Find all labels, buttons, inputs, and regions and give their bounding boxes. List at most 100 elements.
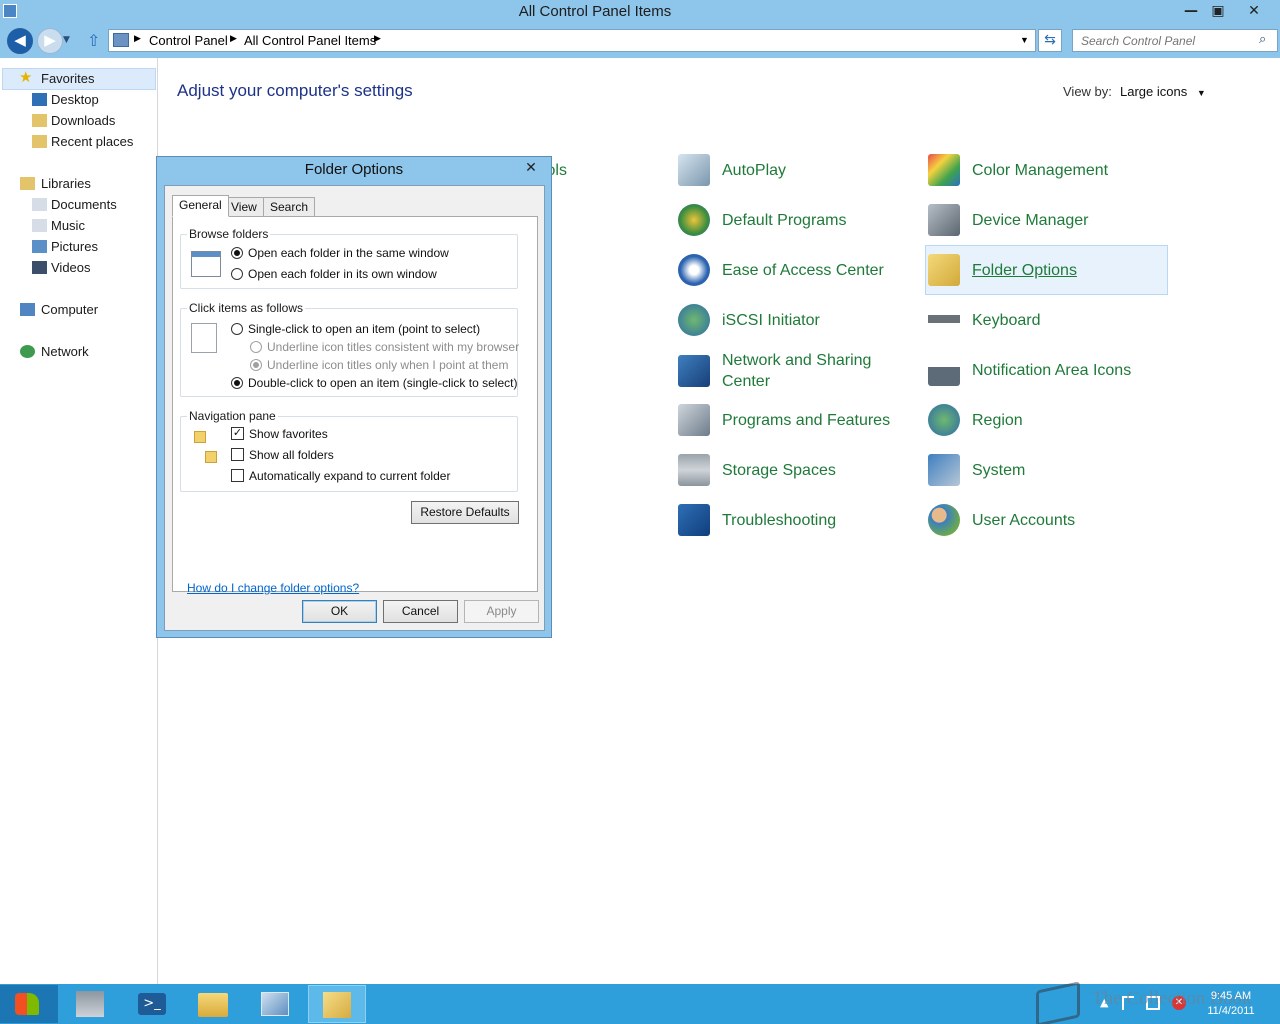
radio-unselected bbox=[231, 267, 243, 280]
cancel-button[interactable]: Cancel bbox=[383, 600, 458, 623]
double-click-radio[interactable]: Double-click to open an item (single-cli… bbox=[231, 374, 517, 392]
underline-browser-radio[interactable]: Underline icon titles consistent with my… bbox=[250, 338, 519, 356]
nav-recent-places[interactable]: Recent places bbox=[32, 132, 133, 152]
cp-item-default-programs[interactable]: Default Programs bbox=[678, 198, 847, 242]
cp-item-notification-area-icons[interactable]: Notification Area Icons bbox=[928, 348, 1131, 392]
dialog-close-button[interactable]: ✕ bbox=[521, 159, 541, 177]
nav-music[interactable]: Music bbox=[32, 216, 85, 236]
taskbar-powershell[interactable]: >_ bbox=[122, 985, 180, 1023]
cp-item-folder-options[interactable]: Folder Options bbox=[928, 248, 1077, 292]
cp-item-network-sharing-center[interactable]: Network and Sharing Center bbox=[678, 348, 882, 394]
nav-pictures[interactable]: Pictures bbox=[32, 237, 98, 257]
search-icon[interactable]: ⌕ bbox=[1259, 32, 1266, 47]
radio-selected bbox=[231, 376, 243, 389]
system-icon bbox=[928, 454, 960, 486]
help-link[interactable]: How do I change folder options? bbox=[187, 581, 359, 595]
folder-options-icon bbox=[928, 254, 960, 286]
open-own-window-radio[interactable]: Open each folder in its own window bbox=[231, 265, 437, 283]
cp-item-autoplay[interactable]: AutoPlay bbox=[678, 148, 786, 192]
device-manager-icon bbox=[928, 204, 960, 236]
programs-features-icon bbox=[678, 404, 710, 436]
address-bar[interactable]: ▶ Control Panel ▶ All Control Panel Item… bbox=[108, 29, 1036, 52]
nav-favorites[interactable]: ★ Favorites bbox=[19, 69, 94, 89]
cp-item-system[interactable]: System bbox=[928, 448, 1025, 492]
iscsi-initiator-icon bbox=[678, 304, 710, 336]
tab-general[interactable]: General bbox=[172, 195, 229, 217]
troubleshooting-icon bbox=[678, 504, 710, 536]
general-tab-panel: Browse folders Open each folder in the s… bbox=[172, 216, 538, 595]
cp-item-region[interactable]: Region bbox=[928, 398, 1023, 442]
cp-item-troubleshooting[interactable]: Troubleshooting bbox=[678, 498, 836, 542]
nav-videos[interactable]: Videos bbox=[32, 258, 91, 278]
taskbar-server-manager[interactable] bbox=[60, 985, 118, 1023]
file-explorer-icon bbox=[198, 993, 228, 1017]
browse-folders-group: Browse folders Open each folder in the s… bbox=[180, 227, 518, 289]
view-by-dropdown[interactable]: Large icons ▼ bbox=[1120, 84, 1206, 99]
nav-desktop[interactable]: Desktop bbox=[32, 90, 99, 110]
restore-defaults-button[interactable]: Restore Defaults bbox=[411, 501, 519, 524]
breadcrumb-control-panel[interactable]: Control Panel bbox=[149, 33, 228, 48]
taskbar-folder-options[interactable] bbox=[308, 985, 366, 1023]
minimize-button[interactable]: — bbox=[1177, 2, 1205, 20]
cp-item-programs-features[interactable]: Programs and Features bbox=[678, 398, 890, 442]
show-all-folders-checkbox[interactable]: Show all folders bbox=[231, 446, 334, 464]
recent-places-icon bbox=[32, 135, 47, 148]
up-arrow-icon[interactable]: ⇧ bbox=[87, 31, 100, 50]
folder-tree-icon bbox=[194, 431, 206, 443]
cp-item-user-accounts[interactable]: User Accounts bbox=[928, 498, 1075, 542]
auto-expand-checkbox[interactable]: Automatically expand to current folder bbox=[231, 467, 450, 485]
music-icon bbox=[32, 219, 47, 232]
search-box[interactable]: ⌕ bbox=[1072, 29, 1278, 52]
nav-computer[interactable]: Computer bbox=[20, 300, 98, 320]
storage-spaces-icon bbox=[678, 454, 710, 486]
forward-button[interactable]: ▶ bbox=[37, 28, 63, 54]
maximize-button[interactable]: ▣ bbox=[1204, 2, 1232, 20]
tab-view[interactable]: View bbox=[224, 197, 264, 217]
taskbar-file-explorer[interactable] bbox=[184, 985, 242, 1023]
cp-item-device-manager[interactable]: Device Manager bbox=[928, 198, 1089, 242]
single-click-radio[interactable]: Single-click to open an item (point to s… bbox=[231, 320, 480, 338]
show-favorites-checkbox[interactable]: ✓ Show favorites bbox=[231, 425, 328, 443]
cp-item-color-management[interactable]: Color Management bbox=[928, 148, 1108, 192]
notification-area-icon bbox=[928, 354, 960, 386]
nav-network[interactable]: Network bbox=[20, 342, 89, 362]
desktop-icon bbox=[32, 93, 47, 106]
network-sharing-icon bbox=[678, 355, 710, 387]
cp-item-ease-of-access[interactable]: Ease of Access Center bbox=[678, 248, 884, 292]
search-input[interactable] bbox=[1073, 30, 1253, 51]
ok-button[interactable]: OK bbox=[302, 600, 377, 623]
cp-item-iscsi-initiator[interactable]: iSCSI Initiator bbox=[678, 298, 820, 342]
control-panel-taskbar-icon bbox=[261, 992, 289, 1016]
nav-libraries[interactable]: Libraries bbox=[20, 174, 91, 194]
color-management-icon bbox=[928, 154, 960, 186]
user-accounts-icon bbox=[928, 504, 960, 536]
underline-point-radio[interactable]: Underline icon titles only when I point … bbox=[250, 356, 508, 374]
breadcrumb-arrow-icon[interactable]: ▶ bbox=[134, 33, 141, 44]
tab-search[interactable]: Search bbox=[263, 197, 316, 217]
window-title: All Control Panel Items bbox=[518, 3, 672, 20]
breadcrumb-arrow-icon[interactable]: ▶ bbox=[374, 33, 381, 44]
computer-icon bbox=[20, 303, 35, 316]
address-dropdown-icon[interactable]: ▼ bbox=[1020, 35, 1029, 45]
nav-documents[interactable]: Documents bbox=[32, 195, 117, 215]
default-programs-icon bbox=[678, 204, 710, 236]
recent-pages-dropdown-icon[interactable]: ▼ bbox=[63, 35, 70, 45]
back-button[interactable]: ◀ bbox=[7, 28, 33, 54]
refresh-button[interactable]: ⇆ bbox=[1038, 29, 1062, 52]
dialog-title: Folder Options bbox=[304, 161, 404, 178]
start-button[interactable] bbox=[0, 985, 58, 1023]
taskbar-control-panel[interactable] bbox=[246, 985, 304, 1023]
close-button[interactable]: ✕ bbox=[1240, 2, 1268, 20]
cp-item-keyboard[interactable]: Keyboard bbox=[928, 298, 1041, 342]
system-clock[interactable]: 9:45 AM 11/4/2011 bbox=[1196, 989, 1266, 1019]
breadcrumb-arrow-icon[interactable]: ▶ bbox=[230, 33, 237, 44]
clock-time: 9:45 AM bbox=[1210, 990, 1252, 1002]
apply-button[interactable]: Apply bbox=[464, 600, 539, 623]
open-same-window-radio[interactable]: Open each folder in the same window bbox=[231, 244, 449, 262]
click-items-title: Click items as follows bbox=[187, 301, 306, 315]
view-by-label: View by: bbox=[1063, 84, 1112, 99]
breadcrumb-all-items[interactable]: All Control Panel Items bbox=[244, 33, 376, 48]
cp-item-storage-spaces[interactable]: Storage Spaces bbox=[678, 448, 836, 492]
nav-downloads[interactable]: Downloads bbox=[32, 111, 115, 131]
navigation-pane-group: Navigation pane ✓ Show favorites Show all… bbox=[180, 409, 518, 492]
